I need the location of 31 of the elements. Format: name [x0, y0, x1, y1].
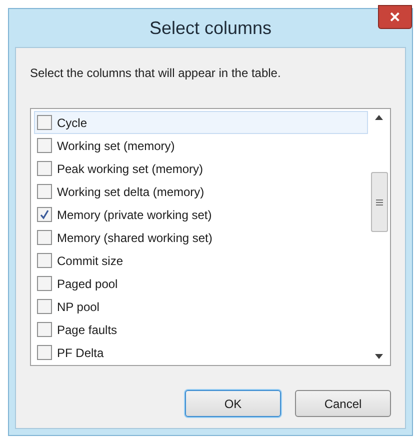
- column-option[interactable]: Commit size: [34, 249, 368, 272]
- checkbox[interactable]: [37, 161, 52, 176]
- column-option[interactable]: Memory (shared working set): [34, 226, 368, 249]
- checkbox[interactable]: [37, 184, 52, 199]
- column-option[interactable]: PF Delta: [34, 341, 368, 364]
- column-option[interactable]: Working set (memory): [34, 134, 368, 157]
- close-button[interactable]: ✕: [378, 5, 412, 29]
- column-option[interactable]: Cycle: [34, 111, 368, 134]
- scroll-thumb[interactable]: [370, 172, 388, 232]
- checkbox[interactable]: [37, 230, 52, 245]
- scroll-up-icon[interactable]: [375, 115, 383, 120]
- grip-icon: [376, 198, 382, 206]
- column-option[interactable]: NP pool: [34, 295, 368, 318]
- column-option[interactable]: Working set delta (memory): [34, 180, 368, 203]
- checkbox[interactable]: [37, 299, 52, 314]
- instruction-text: Select the columns that will appear in the table.: [30, 65, 282, 82]
- checkbox[interactable]: [37, 253, 52, 268]
- dialog-button[interactable]: OK: [185, 390, 281, 417]
- column-option[interactable]: Peak working set (memory): [34, 157, 368, 180]
- scroll-down-icon[interactable]: [375, 354, 383, 359]
- dialog-button[interactable]: Cancel: [295, 390, 391, 417]
- checkbox[interactable]: [37, 345, 52, 360]
- window-title: Select columns: [149, 16, 272, 40]
- column-option[interactable]: Page faults: [34, 318, 368, 341]
- column-option[interactable]: Memory (private working set): [34, 203, 368, 226]
- checkbox[interactable]: [37, 276, 52, 291]
- checkbox[interactable]: [37, 115, 52, 130]
- checkbox[interactable]: [37, 138, 52, 153]
- column-option[interactable]: Paged pool: [34, 272, 368, 295]
- checkbox[interactable]: [37, 322, 52, 337]
- checkbox[interactable]: [37, 207, 52, 222]
